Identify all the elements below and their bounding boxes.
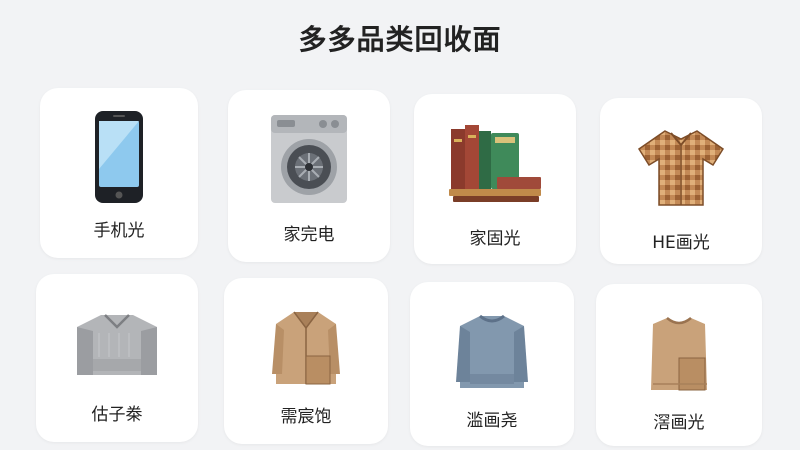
category-card-appliance[interactable]: 家完电 bbox=[228, 90, 390, 262]
category-label: 滥画尧 bbox=[466, 411, 518, 431]
washing-machine-icon bbox=[228, 104, 390, 214]
category-label: 估子桊 bbox=[91, 405, 143, 425]
category-label: HE画光 bbox=[652, 233, 710, 253]
category-card-sweater[interactable]: 估子桊 bbox=[36, 274, 198, 442]
category-card-vest[interactable]: 滘画光 bbox=[596, 284, 762, 446]
blue-sweater-icon bbox=[410, 296, 574, 406]
category-card-books[interactable]: 家固光 bbox=[414, 94, 576, 264]
shirt-icon bbox=[600, 112, 762, 222]
page-title: 多多品类回收面 bbox=[298, 23, 502, 56]
category-card-blue-sweater[interactable]: 滥画尧 bbox=[410, 282, 574, 446]
vest-icon bbox=[596, 298, 762, 408]
category-label: 家固光 bbox=[469, 229, 521, 249]
category-label: 需宸饱 bbox=[280, 407, 332, 427]
category-card-jacket[interactable]: 需宸饱 bbox=[224, 278, 388, 444]
smartphone-icon bbox=[40, 102, 198, 212]
category-card-shirt[interactable]: HE画光 bbox=[600, 98, 762, 264]
jacket-icon bbox=[224, 292, 388, 402]
category-label: 滘画光 bbox=[653, 413, 705, 433]
books-icon bbox=[414, 108, 576, 218]
category-card-phone[interactable]: 手机光 bbox=[40, 88, 198, 258]
sweater-icon bbox=[36, 288, 198, 398]
category-label: 手机光 bbox=[93, 221, 145, 241]
category-label: 家完电 bbox=[283, 225, 335, 245]
